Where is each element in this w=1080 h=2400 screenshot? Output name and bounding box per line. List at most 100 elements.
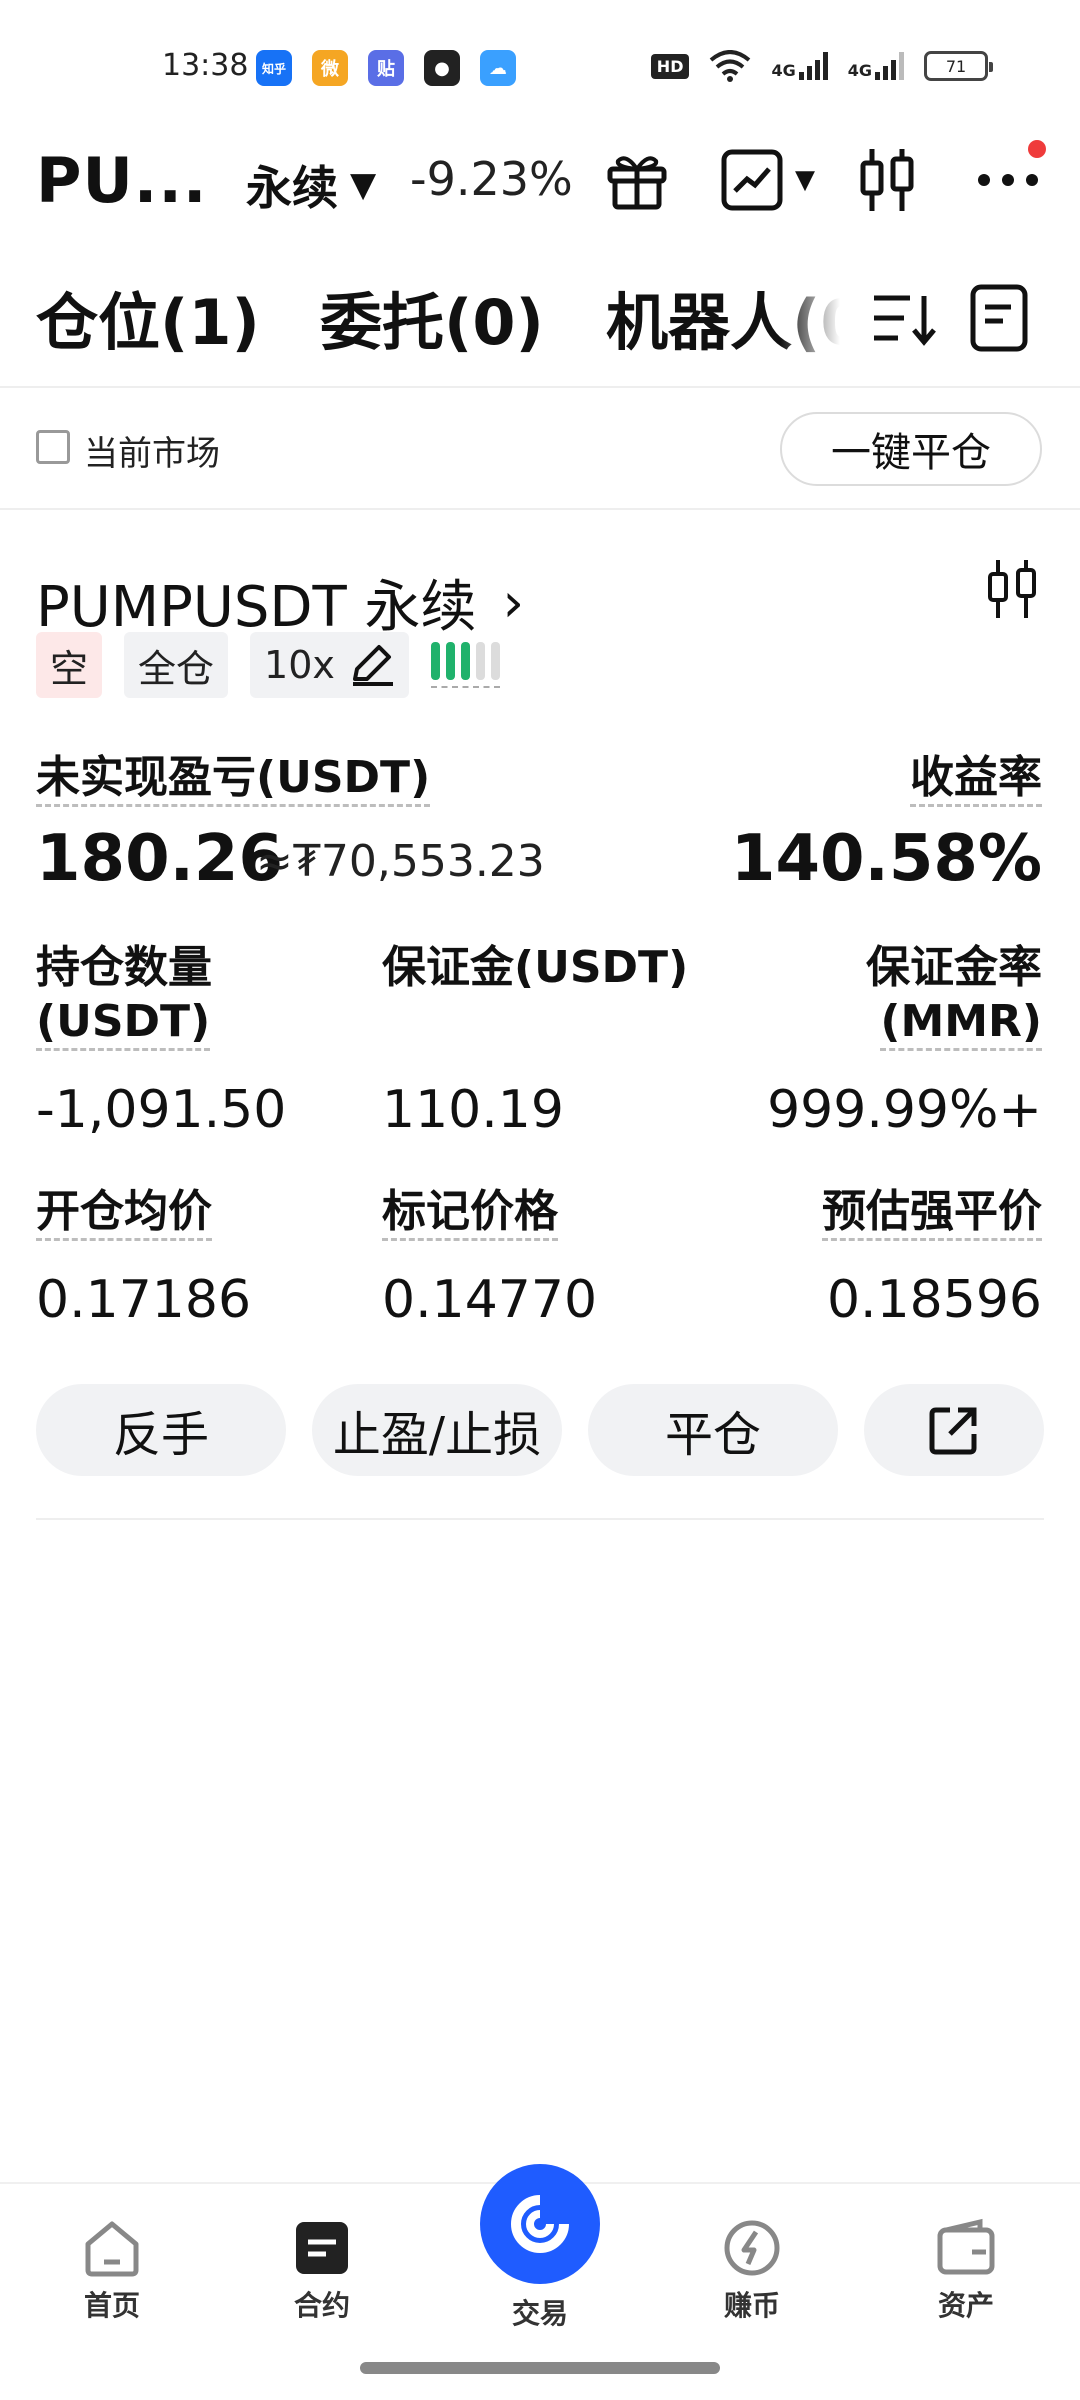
signal-bars-icon — [875, 52, 904, 80]
nav-trade[interactable] — [480, 2164, 600, 2284]
unrealized-pnl-label[interactable]: 未实现盈亏(USDT) — [36, 752, 431, 807]
roe-label[interactable]: 收益率 — [910, 752, 1042, 807]
side-tag: 空 — [36, 632, 103, 698]
sort-button[interactable] — [866, 278, 940, 358]
mmr-label-line2[interactable]: (MMR) — [880, 996, 1042, 1051]
weather-app-icon: ☁ — [480, 50, 516, 86]
card-divider — [36, 1518, 1044, 1520]
nav-earn-label: 赚币 — [723, 2289, 780, 2322]
network-type-label: 4G — [847, 61, 872, 80]
gift-button[interactable] — [602, 140, 672, 220]
share-external-icon — [929, 1407, 977, 1455]
tp-sl-button[interactable]: 止盈/止损 — [312, 1384, 562, 1476]
risk-level-meter[interactable] — [430, 642, 500, 688]
status-time: 13:38 — [162, 48, 249, 83]
tab-fade — [780, 258, 840, 378]
more-button[interactable] — [968, 140, 1048, 220]
reverse-button[interactable]: 反手 — [36, 1384, 286, 1476]
mmr-value: 999.99%+ — [767, 1080, 1042, 1140]
margin-label: 保证金(USDT) — [382, 942, 689, 993]
document-icon — [970, 284, 1028, 352]
chart-type-button[interactable]: ▼ — [712, 140, 822, 220]
candlestick-button[interactable] — [852, 140, 922, 220]
network-type-label: 4G — [771, 61, 796, 80]
risk-bar — [460, 642, 470, 680]
status-bar: 13:38 知乎微贴 ● ☁ HD 4G 4G 71 — [0, 0, 1080, 130]
chevron-right-icon: › — [502, 571, 525, 634]
earn-coin-icon — [724, 2220, 780, 2276]
home-indicator — [360, 2362, 720, 2374]
mmr-label-line1[interactable]: 保证金率 — [866, 942, 1042, 994]
position-chart-button[interactable] — [984, 558, 1040, 624]
price-change-percent: -9.23% — [410, 152, 573, 206]
nav-trade-label: 交易 — [511, 2297, 568, 2330]
edit-pencil-icon — [352, 645, 393, 686]
signal-2: 4G — [848, 52, 904, 80]
contract-type-selector[interactable]: 永续 ▼ — [246, 152, 376, 218]
caret-down-icon: ▼ — [350, 165, 377, 205]
close-all-button[interactable]: 一键平仓 — [780, 412, 1042, 486]
tab-orders[interactable]: 委托(0) — [320, 272, 544, 362]
margin-value: 110.19 — [382, 1080, 564, 1140]
mark-price-value: 0.14770 — [382, 1270, 598, 1330]
position-symbol: PUMPUSDT 永续 — [36, 575, 477, 640]
tab-positions[interactable]: 仓位(1) — [36, 272, 260, 362]
notification-dot — [1028, 140, 1046, 158]
mark-price-label[interactable]: 标记价格 — [382, 1186, 558, 1241]
liquidation-price-label[interactable]: 预估强平价 — [822, 1186, 1042, 1241]
trend-chart-icon — [721, 149, 783, 211]
unrealized-pnl-value: 180.26 — [36, 822, 283, 896]
symbol-title[interactable]: PU... — [36, 144, 207, 217]
market-header: PU... 永续 ▼ -9.23% ▼ — [0, 130, 1080, 230]
nav-assets[interactable]: 资产 — [896, 2218, 1036, 2324]
risk-bar — [490, 642, 500, 680]
trade-logo-icon — [511, 2195, 569, 2253]
share-button[interactable] — [864, 1384, 1044, 1476]
caret-down-icon: ▼ — [795, 165, 815, 195]
nav-home[interactable]: 首页 — [42, 2218, 182, 2324]
zhihu-app-icon: 知乎 — [256, 50, 292, 86]
candlestick-icon — [988, 560, 1036, 618]
hd-badge: HD — [650, 53, 690, 79]
gift-icon — [607, 156, 667, 210]
nav-earn[interactable]: 赚币 — [682, 2218, 822, 2324]
home-icon — [85, 2221, 139, 2277]
tieba-app-icon: 贴 — [368, 50, 404, 86]
entry-price-label[interactable]: 开仓均价 — [36, 1186, 212, 1241]
position-actions: 反手 止盈/止损 平仓 — [36, 1384, 1044, 1476]
status-right: HD 4G 4G 71 — [650, 50, 993, 82]
position-size-label-line2[interactable]: (USDT) — [36, 996, 211, 1051]
risk-bar — [445, 642, 455, 680]
current-market-label: 当前市场 — [84, 434, 220, 474]
position-symbol-link[interactable]: PUMPUSDT 永续 › — [36, 562, 524, 643]
close-position-button[interactable]: 平仓 — [588, 1384, 838, 1476]
risk-bar — [475, 642, 485, 680]
weibo-app-icon: 微 — [312, 50, 348, 86]
futures-doc-icon — [296, 2222, 348, 2274]
nav-assets-label: 资产 — [937, 2289, 994, 2322]
roe-value: 140.58% — [730, 822, 1042, 896]
nav-futures[interactable]: 合约 — [252, 2218, 392, 2324]
signal-bars-icon — [798, 52, 828, 80]
battery-level: 71 — [945, 56, 967, 76]
liquidation-price-value: 0.18596 — [826, 1270, 1042, 1330]
contract-type-label: 永续 — [246, 161, 338, 215]
position-size-value: -1,091.50 — [36, 1080, 287, 1140]
margin-mode-tag: 全仓 — [124, 632, 229, 698]
position-tabs: 仓位(1) 委托(0) 机器人(0 — [0, 258, 1080, 388]
risk-bar — [430, 642, 440, 680]
more-dots-icon — [978, 174, 1038, 186]
entry-price-value: 0.17186 — [36, 1270, 252, 1330]
leverage-tag[interactable]: 10x — [250, 632, 409, 698]
wallet-icon — [937, 2218, 995, 2275]
unrealized-pnl-approx: ≈₮70,553.23 — [256, 836, 545, 887]
nav-futures-label: 合约 — [293, 2289, 350, 2322]
wechat-app-icon: ● — [424, 50, 460, 86]
current-market-checkbox[interactable] — [36, 430, 70, 464]
position-size-label-line1[interactable]: 持仓数量 — [36, 942, 212, 994]
signal-1: 4G — [771, 52, 828, 80]
sort-icon — [874, 295, 936, 346]
notification-app-icons: 知乎微贴 ● ☁ — [256, 50, 516, 86]
history-button[interactable] — [962, 278, 1036, 358]
wifi-icon — [710, 50, 751, 82]
